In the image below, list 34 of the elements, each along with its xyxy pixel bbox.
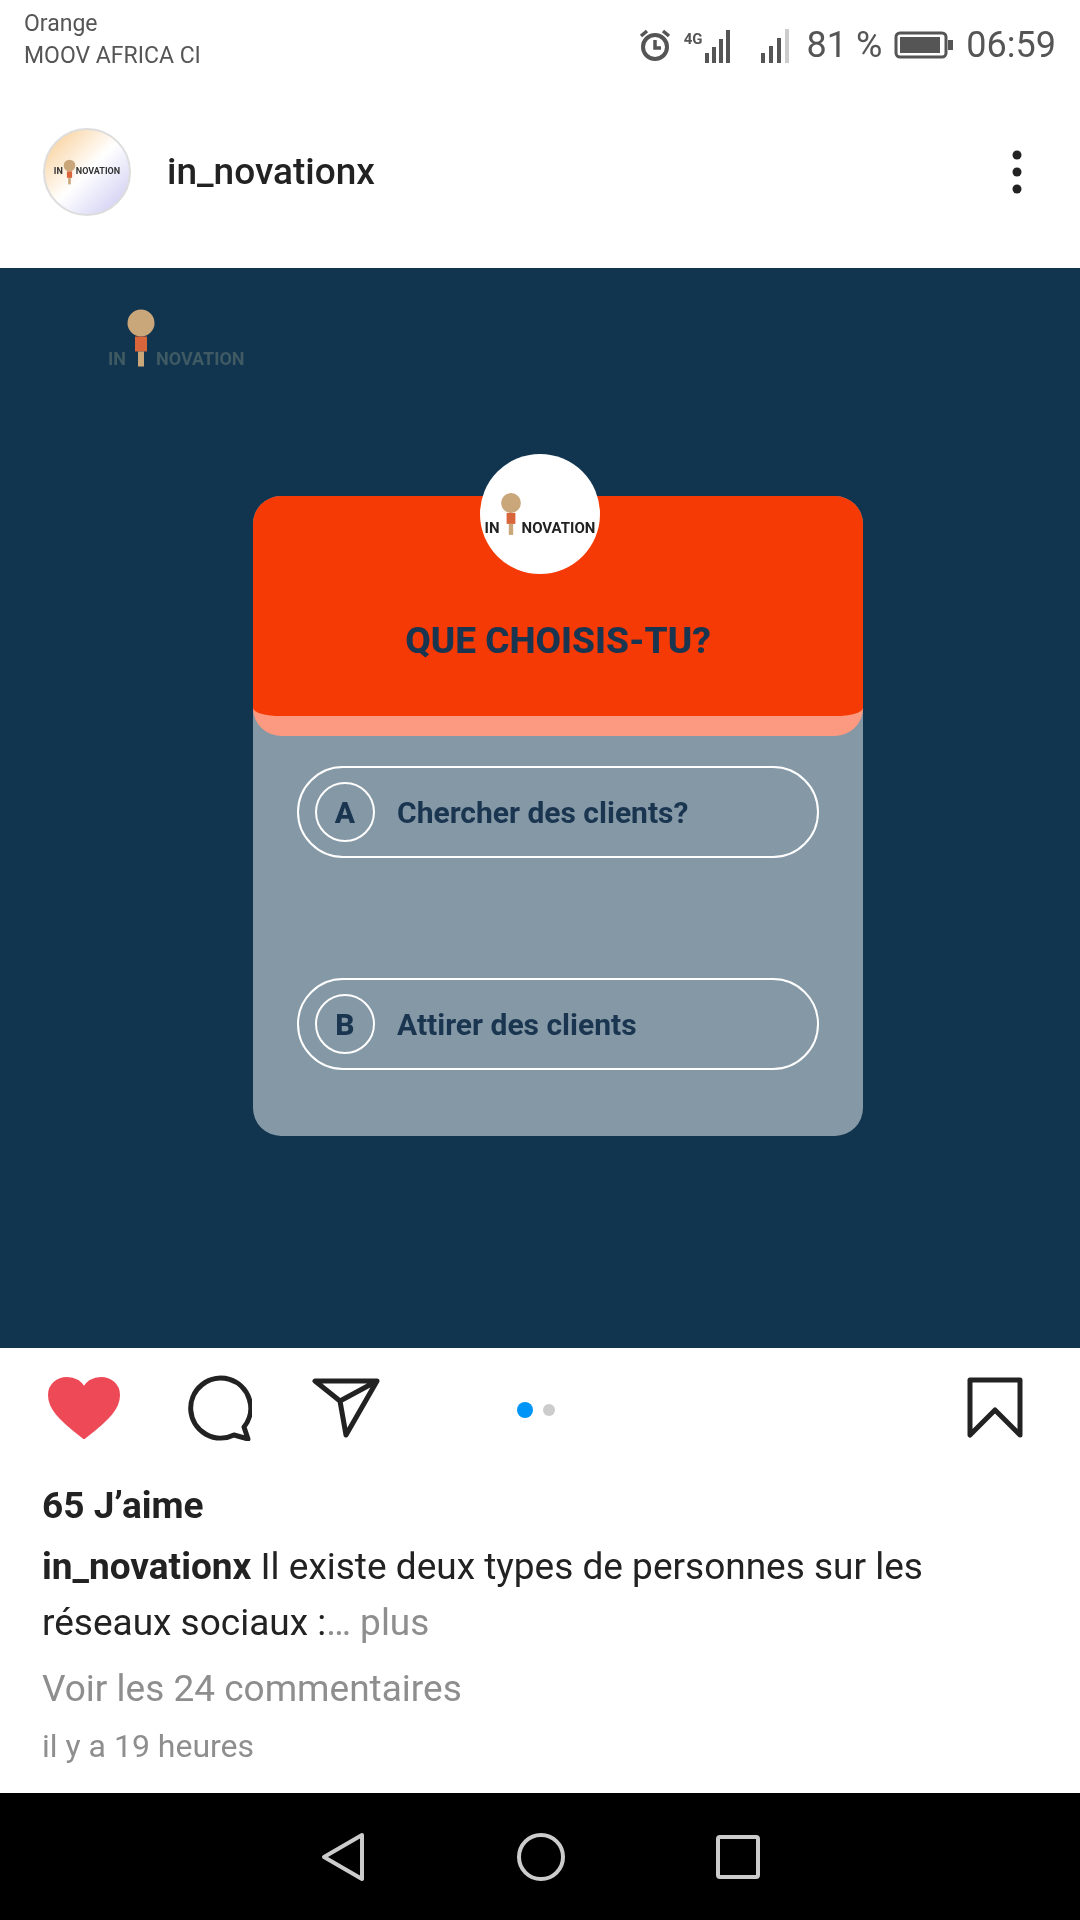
recents-icon[interactable] (716, 1834, 760, 1879)
likes-count[interactable]: 65 J’aime (42, 1478, 204, 1534)
carrier-name: MOOV AFRICA CI (24, 41, 201, 71)
home-icon[interactable] (516, 1831, 566, 1882)
option-text: Attirer des clients (397, 1005, 637, 1044)
post-time: il y a 19 heures (42, 1726, 255, 1767)
battery-percent: 81 % (806, 23, 883, 68)
share-icon[interactable] (312, 1377, 380, 1439)
option-letter: A (315, 782, 375, 842)
like-icon[interactable] (48, 1377, 120, 1439)
option-letter: B (315, 994, 375, 1054)
alarm-icon (637, 28, 672, 62)
option-text: Chercher des clients? (397, 793, 689, 832)
logo-text: NOVATION (521, 521, 596, 536)
answer-option[interactable]: A Chercher des clients? (297, 766, 819, 858)
profile-avatar[interactable]: IN NOVATION (43, 127, 131, 216)
lightbulb-icon (62, 158, 76, 185)
signal-icon (704, 27, 733, 63)
bookmark-icon[interactable] (967, 1377, 1023, 1439)
network-type: 4G (683, 32, 703, 47)
username[interactable]: in_novationx (167, 143, 375, 200)
lightbulb-icon (499, 492, 522, 536)
lightbulb-icon (125, 308, 156, 368)
back-icon[interactable] (320, 1831, 366, 1882)
answer-option[interactable]: B Attirer des clients (297, 978, 819, 1070)
logo-text: NOVATION (75, 167, 121, 176)
question-title: QUE CHOISIS-TU? (405, 617, 711, 664)
more-options-icon[interactable] (1012, 149, 1022, 194)
carrier-name: Orange (24, 9, 99, 39)
post-caption: in_novationx Il existe deux types de personnes sur les réseaux sociaux :… plus (42, 1544, 924, 1646)
logo-text: IN (53, 167, 63, 176)
battery-icon (894, 31, 955, 59)
logo-text: IN (484, 521, 500, 536)
clock-time: 06:59 (966, 23, 1056, 68)
